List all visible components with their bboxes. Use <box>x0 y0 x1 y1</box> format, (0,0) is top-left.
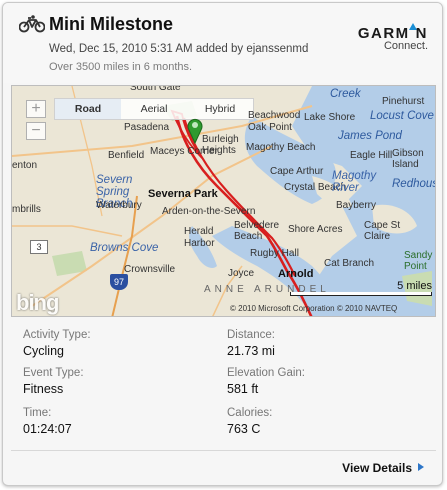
map-label: Belvedere Beach <box>234 220 280 242</box>
map-label: Creek <box>330 88 361 100</box>
stat-event-type: Event Type: Fitness <box>23 367 223 396</box>
map-label: Benfield <box>108 150 145 161</box>
stat-value: 01:24:07 <box>23 422 72 436</box>
zoom-in-button[interactable]: + <box>26 100 46 118</box>
map-label: Arnold <box>278 268 314 280</box>
map-label: Cape Arthur <box>270 166 324 177</box>
stat-elevation-gain: Elevation Gain: 581 ft <box>227 367 427 396</box>
stat-label: Event Type: <box>23 367 84 379</box>
map-label: Eagle Hill <box>350 150 393 161</box>
map-label: Rugby Hall <box>250 248 299 259</box>
details-footer: View Details <box>11 450 436 483</box>
map-label: Pasadena <box>124 122 170 133</box>
activity-title[interactable]: Mini Milestone <box>49 14 173 35</box>
map-label: Cat Branch <box>324 258 375 269</box>
stat-value: 581 ft <box>227 382 259 396</box>
stat-label: Activity Type: <box>23 329 91 341</box>
view-details-link[interactable]: View Details <box>342 461 424 475</box>
stat-value: Cycling <box>23 344 64 358</box>
map-label: Arden-on-the-Severn <box>162 206 256 217</box>
stat-value: 763 C <box>227 422 261 436</box>
stat-value: 21.73 mi <box>227 344 275 358</box>
zoom-out-button[interactable]: − <box>26 122 46 140</box>
stat-distance: Distance: 21.73 mi <box>227 329 427 358</box>
map-label: Burleigh Heights <box>202 134 239 156</box>
start-marker-icon[interactable] <box>186 116 204 144</box>
activity-subtitle: Over 3500 miles in 6 months. <box>49 61 193 73</box>
bing-logo[interactable]: bing <box>16 290 59 316</box>
map-label: Gibson Island <box>392 148 424 170</box>
map-label: Redhouse <box>392 178 435 190</box>
map-label: James Pond <box>338 130 402 142</box>
map-label: Beachwood <box>248 110 301 121</box>
map-copyright: © 2010 Microsoft Corporation © 2010 NAVT… <box>230 304 398 313</box>
chevron-right-icon <box>418 463 424 471</box>
map-scale: 5 miles <box>290 280 432 296</box>
activity-meta: Wed, Dec 15, 2010 5:31 AM added by ejans… <box>49 43 309 55</box>
map-type-road[interactable]: Road <box>55 99 121 119</box>
stat-time: Time: 01:24:07 <box>23 407 223 436</box>
stat-label: Time: <box>23 407 52 419</box>
route-97-shield-icon: 97 <box>110 274 128 290</box>
map-label: Waterbury <box>96 200 142 211</box>
map-label: Pinehurst <box>382 96 425 107</box>
route-3-shield-icon: 3 <box>30 240 48 254</box>
map-label: Herald Harbor <box>184 226 215 249</box>
map-label: South Gate <box>130 85 181 93</box>
map-label: Sandy Point <box>404 250 433 272</box>
bicycle-icon <box>19 15 45 33</box>
stat-calories: Calories: 763 C <box>227 407 427 436</box>
map-label: Lake Shore <box>304 112 356 123</box>
map-label: Magothy River <box>332 170 377 194</box>
stat-label: Distance: <box>227 329 275 341</box>
map-label: Bayberry <box>336 200 377 211</box>
map-type-aerial[interactable]: Aerial <box>121 99 187 119</box>
map-label: enton <box>12 160 38 171</box>
activity-card: Mini Milestone Wed, Dec 15, 2010 5:31 AM… <box>2 2 443 486</box>
activity-header: Mini Milestone Wed, Dec 15, 2010 5:31 AM… <box>3 3 442 83</box>
map-label: Crownsville <box>124 264 176 275</box>
map-label: Cape St Claire <box>364 220 401 242</box>
stat-label: Calories: <box>227 407 273 419</box>
garmin-connect-logo[interactable]: GARM N Connect. <box>358 23 428 52</box>
map-label: Oak Point <box>248 122 292 133</box>
map-label: mbrills <box>12 204 41 215</box>
map-label: Joyce <box>228 268 255 279</box>
map-label: Shore Acres <box>288 224 343 235</box>
map-label: Browns Cove <box>90 242 159 254</box>
view-details-label: View Details <box>342 461 412 475</box>
scale-label: 5 miles <box>397 280 432 292</box>
stat-label: Elevation Gain: <box>227 367 305 379</box>
route-map[interactable]: Road Aerial Hybrid + − South Gate Pasade… <box>11 85 436 317</box>
scale-bar <box>290 292 432 296</box>
map-label: Locust Cove <box>370 110 434 122</box>
map-label: Magothy Beach <box>246 142 316 153</box>
map-label: Severna Park <box>148 188 218 200</box>
stat-activity-type: Activity Type: Cycling <box>23 329 223 358</box>
stat-value: Fitness <box>23 382 64 396</box>
map-type-switcher: Road Aerial Hybrid <box>54 98 254 120</box>
